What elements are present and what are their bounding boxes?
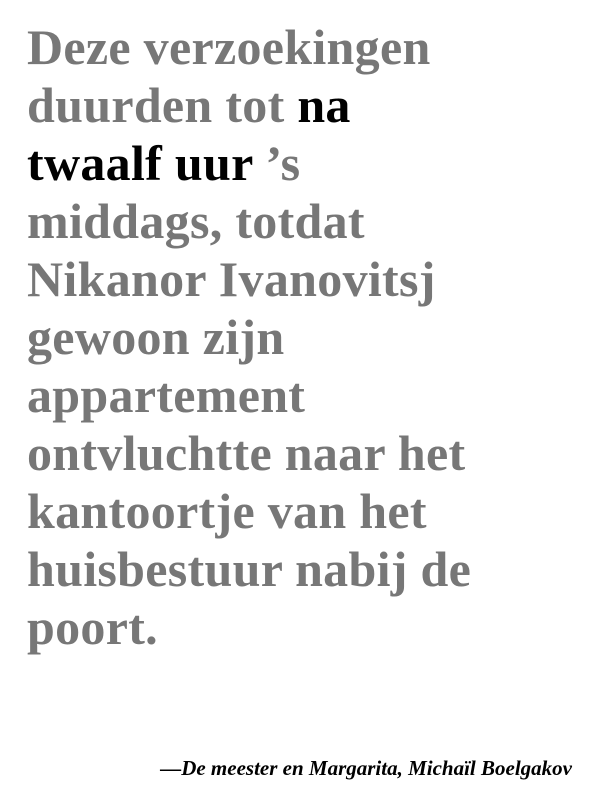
quote-text-segment: ’s <box>252 135 301 191</box>
quote-text-segment: appartement <box>27 367 306 423</box>
quote-line: gewoon zijn <box>27 308 597 366</box>
quote-line: Deze verzoekingen <box>27 18 597 76</box>
quote-text-segment: Nikanor Ivanovitsj <box>27 251 436 307</box>
quote-line: twaalf uur ’s <box>27 134 597 192</box>
quote-text: Deze verzoekingen duurden tot na twaalf … <box>27 18 597 656</box>
highlighted-text: na <box>297 77 351 133</box>
quote-line: appartement <box>27 366 597 424</box>
quote-line: kantoortje van het <box>27 482 597 540</box>
highlighted-text: twaalf uur <box>27 135 253 191</box>
quote-text-segment: middags, totdat <box>27 193 365 249</box>
quote-text-segment: huisbestuur nabij de <box>27 541 472 597</box>
quote-text-segment: poort. <box>27 599 158 655</box>
quote-text-segment: duurden tot <box>27 77 298 133</box>
quote-text-segment: ontvluchtte naar het <box>27 425 466 481</box>
quote-line: huisbestuur nabij de <box>27 540 597 598</box>
quote-line: Nikanor Ivanovitsj <box>27 250 597 308</box>
quote-attribution: —De meester en Margarita, Michaïl Boelga… <box>160 756 572 780</box>
quote-line: middags, totdat <box>27 192 597 250</box>
quote-text-segment: kantoortje van het <box>27 483 427 539</box>
quote-text-segment: gewoon zijn <box>27 309 285 365</box>
quote-line: ontvluchtte naar het <box>27 424 597 482</box>
quote-line: poort. <box>27 598 597 656</box>
quote-text-segment: Deze verzoekingen <box>27 19 431 75</box>
quote-line: duurden tot na <box>27 76 597 134</box>
